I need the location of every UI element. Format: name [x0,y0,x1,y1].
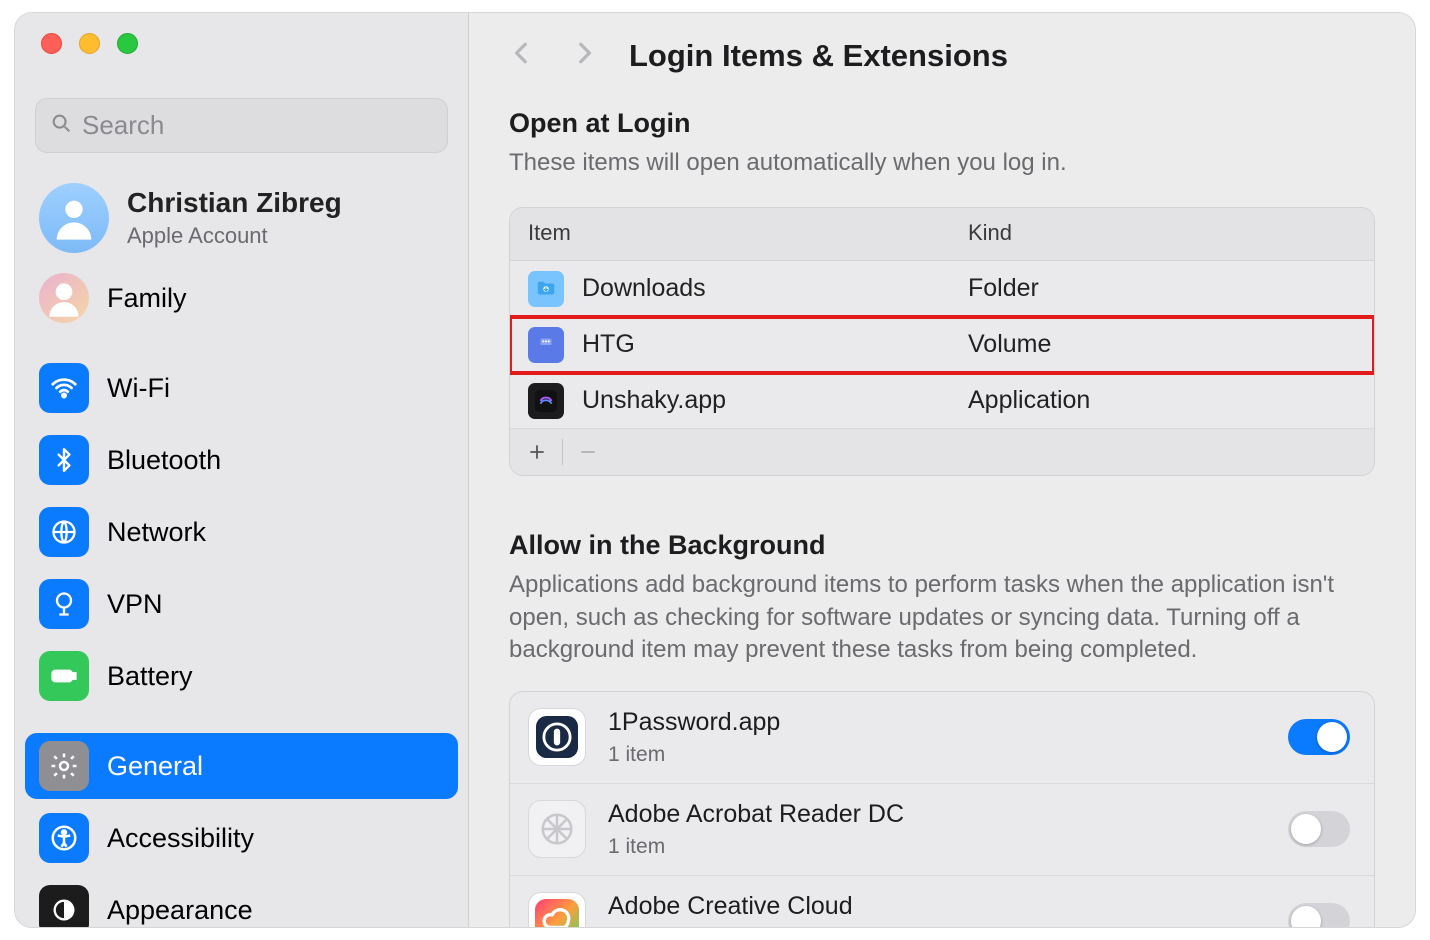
battery-icon [39,651,89,701]
table-row[interactable]: HTG Volume [510,317,1374,373]
col-kind-header[interactable]: Kind [968,220,1356,246]
open-at-login-title: Open at Login [509,108,1375,139]
background-subtitle: Applications add background items to per… [509,569,1375,666]
row-kind: Application [968,386,1356,415]
wifi-icon [39,363,89,413]
background-row[interactable]: Adobe Acrobat Reader DC 1 item [510,784,1374,876]
nav-forward-button[interactable] [571,37,597,74]
remove-item-button[interactable] [571,437,605,467]
separator [562,439,563,465]
page-title: Login Items & Extensions [629,38,1008,74]
add-item-button[interactable] [520,437,554,467]
zoom-button[interactable] [117,33,138,54]
window-controls [15,33,468,54]
network-icon [39,507,89,557]
sidebar-item-appearance[interactable]: Appearance [25,877,458,928]
sidebar-item-wifi[interactable]: Wi-Fi [25,355,458,421]
bg-row-name: Adobe Creative Cloud [608,892,853,921]
vpn-icon [39,579,89,629]
background-title: Allow in the Background [509,530,1375,561]
login-items-table: Item Kind Downloads Folder [509,207,1375,476]
bg-row-name: Adobe Acrobat Reader DC [608,800,904,829]
table-row[interactable]: Downloads Folder [510,261,1374,317]
account-row[interactable]: Christian Zibreg Apple Account [25,177,458,259]
row-name: Downloads [582,274,706,303]
app-1password-icon [528,708,586,766]
search-icon [50,112,82,139]
table-footer [510,429,1374,475]
sidebar-item-label: VPN [107,591,163,618]
sidebar-item-label: Wi-Fi [107,375,170,402]
account-sub: Apple Account [127,223,342,249]
bg-row-meta: 1 item [608,835,904,859]
gear-icon [39,741,89,791]
settings-window: Christian Zibreg Apple Account Family Wi… [14,12,1416,928]
volume-icon [528,327,564,363]
minimize-button[interactable] [79,33,100,54]
close-button[interactable] [41,33,62,54]
content-area: Login Items & Extensions Open at Login T… [469,13,1415,927]
sidebar-item-label: Accessibility [107,825,254,852]
sidebar-item-general[interactable]: General [25,733,458,799]
row-name: HTG [582,330,635,359]
background-toggle[interactable] [1288,811,1350,847]
accessibility-icon [39,813,89,863]
background-row[interactable]: 1Password.app 1 item [510,692,1374,784]
bluetooth-icon [39,435,89,485]
appearance-icon [39,885,89,928]
bg-row-name: 1Password.app [608,708,780,737]
family-avatar [39,273,89,323]
background-toggle[interactable] [1288,903,1350,927]
table-header: Item Kind [510,208,1374,261]
background-row[interactable]: Adobe Creative Cloud 4 items [510,876,1374,927]
sidebar: Christian Zibreg Apple Account Family Wi… [15,13,469,927]
row-name: Unshaky.app [582,386,726,415]
folder-icon [528,271,564,307]
app-creative-cloud-icon [528,892,586,927]
background-list: 1Password.app 1 item Adobe Acrobat Reade… [509,691,1375,927]
sidebar-item-accessibility[interactable]: Accessibility [25,805,458,871]
sidebar-item-network[interactable]: Network [25,499,458,565]
sidebar-item-label: Bluetooth [107,447,221,474]
sidebar-item-battery[interactable]: Battery [25,643,458,709]
sidebar-item-label: General [107,753,203,780]
background-toggle[interactable] [1288,719,1350,755]
row-kind: Folder [968,274,1356,303]
sidebar-item-label: Appearance [107,897,253,924]
sidebar-item-family[interactable]: Family [25,265,458,331]
search-field[interactable] [35,98,448,153]
account-name: Christian Zibreg [127,187,342,219]
sidebar-item-bluetooth[interactable]: Bluetooth [25,427,458,493]
row-kind: Volume [968,330,1356,359]
sidebar-item-vpn[interactable]: VPN [25,571,458,637]
nav-back-button[interactable] [509,37,535,74]
table-row[interactable]: Unshaky.app Application [510,373,1374,429]
sidebar-item-label: Network [107,519,206,546]
search-input[interactable] [82,110,433,141]
app-icon [528,383,564,419]
content-header: Login Items & Extensions [469,13,1415,74]
avatar [39,183,109,253]
open-at-login-subtitle: These items will open automatically when… [509,147,1375,179]
col-item-header[interactable]: Item [528,220,968,246]
bg-row-meta: 1 item [608,743,780,767]
sidebar-item-label: Battery [107,663,193,690]
sidebar-item-label: Family [107,285,187,312]
app-acrobat-icon [528,800,586,858]
